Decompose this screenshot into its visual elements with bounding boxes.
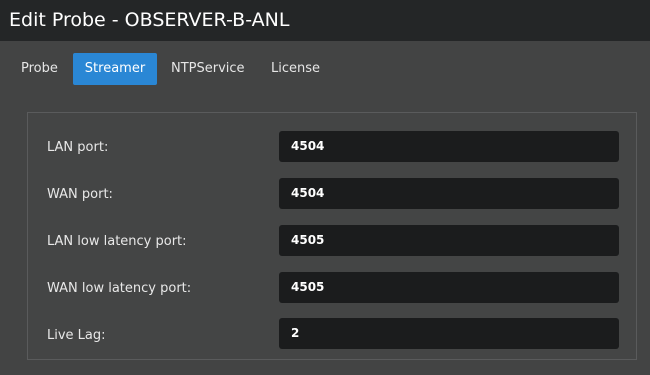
wan-port-label: WAN port:: [47, 187, 113, 202]
wan-port-input[interactable]: 4504: [279, 178, 619, 209]
tab-streamer[interactable]: Streamer: [73, 53, 157, 85]
title-bar: Edit Probe - OBSERVER-B-ANL: [0, 0, 650, 41]
lan-low-latency-port-value: 4505: [291, 233, 325, 247]
window-title: Edit Probe - OBSERVER-B-ANL: [9, 9, 290, 31]
wan-low-latency-port-input[interactable]: 4505: [279, 272, 619, 303]
tab-probe[interactable]: Probe: [21, 53, 58, 85]
tab-license[interactable]: License: [271, 53, 320, 85]
live-lag-label: Live Lag:: [47, 328, 106, 343]
lan-low-latency-port-input[interactable]: 4505: [279, 225, 619, 256]
wan-low-latency-port-value: 4505: [291, 280, 325, 294]
wan-low-latency-port-label: WAN low latency port:: [47, 281, 192, 296]
tab-ntpservice[interactable]: NTPService: [171, 53, 245, 85]
lan-low-latency-port-label: LAN low latency port:: [47, 234, 187, 249]
tab-bar: Probe Streamer NTPService License: [0, 41, 650, 99]
wan-port-value: 4504: [291, 186, 325, 200]
lan-port-value: 4504: [291, 139, 325, 153]
lan-port-input[interactable]: 4504: [279, 131, 619, 162]
lan-port-label: LAN port:: [47, 140, 109, 155]
live-lag-value: 2: [291, 326, 300, 340]
live-lag-input[interactable]: 2: [279, 318, 619, 349]
edit-probe-dialog: Edit Probe - OBSERVER-B-ANL Probe Stream…: [0, 0, 650, 375]
